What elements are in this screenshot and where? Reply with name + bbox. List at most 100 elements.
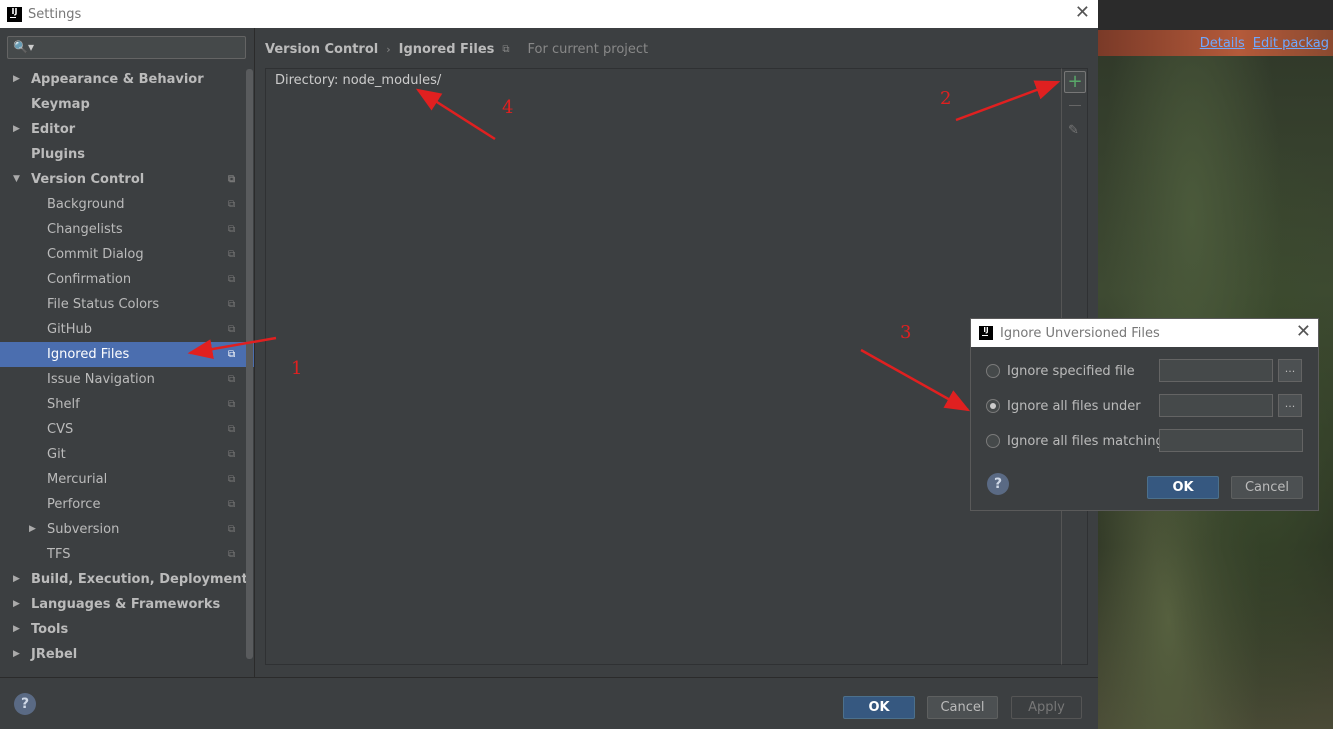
sidebar-scrollbar[interactable] (246, 69, 253, 659)
sidebar-item-label: Changelists (47, 222, 123, 237)
radio-button[interactable] (986, 434, 1000, 448)
sidebar-item-keymap[interactable]: Keymap (0, 92, 254, 117)
breadcrumb-separator: › (386, 42, 391, 56)
sidebar-item-label: Confirmation (47, 272, 132, 287)
project-scope-icon: ⧉ (502, 43, 510, 55)
chevron-right-icon[interactable]: ▶ (13, 117, 20, 142)
sidebar-item-issue-navigation[interactable]: Issue Navigation ⧉ (0, 367, 254, 392)
apply-button[interactable]: Apply (1011, 696, 1082, 719)
sidebar-item-changelists[interactable]: Changelists ⧉ (0, 217, 254, 242)
chevron-down-icon[interactable]: ▼ (13, 167, 20, 192)
help-button[interactable]: ? (14, 693, 36, 715)
sidebar-item-github[interactable]: GitHub ⧉ (0, 317, 254, 342)
sidebar-item-label: Version Control (31, 172, 145, 187)
sidebar-item-label: Appearance & Behavior (31, 72, 204, 87)
sidebar-item-tfs[interactable]: TFS ⧉ (0, 542, 254, 567)
project-scope-icon: ⧉ (228, 524, 236, 535)
sidebar-item-shelf[interactable]: Shelf ⧉ (0, 392, 254, 417)
chevron-right-icon[interactable]: ▶ (13, 567, 20, 592)
sidebar-item-version-control[interactable]: ▼ Version Control ⧉ (0, 167, 254, 192)
add-button[interactable]: + (1064, 71, 1086, 93)
edit-package-link[interactable]: Edit packag (1253, 36, 1329, 51)
project-scope-icon: ⧉ (228, 249, 236, 260)
sidebar-item-label: Perforce (47, 497, 101, 512)
chevron-right-icon[interactable]: ▶ (13, 617, 20, 642)
sidebar-item-subversion[interactable]: ▶ Subversion ⧉ (0, 517, 254, 542)
specified-file-field[interactable] (1159, 359, 1273, 382)
sidebar-item-label: Commit Dialog (47, 247, 144, 262)
sidebar-item-plugins[interactable]: Plugins (0, 142, 254, 167)
sidebar-item-editor[interactable]: ▶ Editor (0, 117, 254, 142)
sidebar-item-label: Background (47, 197, 125, 212)
sidebar-item-label: Subversion (47, 522, 120, 537)
sidebar-item-label: TFS (47, 547, 71, 562)
sidebar-item-background[interactable]: Background ⧉ (0, 192, 254, 217)
project-scope-icon: ⧉ (228, 274, 236, 285)
details-link[interactable]: Details (1200, 36, 1245, 51)
chevron-right-icon[interactable]: ▶ (13, 642, 20, 667)
list-item[interactable]: Directory: node_modules/ (275, 73, 441, 88)
close-icon[interactable]: ✕ (1296, 323, 1311, 341)
settings-window: IJ Settings ✕ 🔍▾ ▶ Appearance & Behavior K… (0, 0, 1098, 729)
chevron-right-icon[interactable]: ▶ (13, 592, 20, 617)
background-notification-bar: Details Edit packag (1098, 30, 1333, 56)
project-scope-icon: ⧉ (228, 549, 236, 560)
radio-button[interactable] (986, 364, 1000, 378)
annotation-label-2: 2 (940, 88, 952, 109)
radio-button[interactable] (986, 399, 1000, 413)
project-scope-icon: ⧉ (228, 299, 236, 310)
search-input[interactable]: 🔍▾ (7, 36, 246, 59)
close-icon[interactable]: ✕ (1075, 4, 1090, 22)
ignore-all-files-under-option[interactable]: Ignore all files under (986, 396, 1141, 416)
dialog-ok-button[interactable]: OK (1147, 476, 1219, 499)
directory-field[interactable] (1159, 394, 1273, 417)
project-scope-icon: ⧉ (228, 474, 236, 485)
sidebar-item-tools[interactable]: ▶ Tools (0, 617, 254, 642)
splitter[interactable] (254, 28, 255, 677)
sidebar-item-commit-dialog[interactable]: Commit Dialog ⧉ (0, 242, 254, 267)
project-scope-icon: ⧉ (228, 349, 236, 360)
project-scope-icon: ⧉ (228, 324, 236, 335)
project-scope-icon: ⧉ (228, 224, 236, 235)
sidebar-item-label: Mercurial (47, 472, 108, 487)
browse-button[interactable]: ... (1278, 359, 1302, 382)
intellij-logo-icon: IJ (7, 6, 22, 22)
pattern-field[interactable] (1159, 429, 1303, 452)
sidebar-item-label: Languages & Frameworks (31, 597, 221, 612)
sidebar-item-appearance-behavior[interactable]: ▶ Appearance & Behavior (0, 67, 254, 92)
sidebar-item-ignored-files[interactable]: Ignored Files ⧉ (0, 342, 254, 367)
sidebar-item-file-status-colors[interactable]: File Status Colors ⧉ (0, 292, 254, 317)
project-scope-icon: ⧉ (228, 174, 236, 185)
option-label: Ignore specified file (1007, 363, 1135, 379)
sidebar-item-jrebel[interactable]: ▶ JRebel (0, 642, 254, 667)
edit-icon[interactable]: ✎ (1068, 123, 1079, 138)
sidebar-item-label: GitHub (47, 322, 93, 337)
remove-button[interactable] (1069, 105, 1081, 106)
ignore-all-files-matching-option[interactable]: Ignore all files matching (986, 431, 1164, 451)
sidebar-item-confirmation[interactable]: Confirmation ⧉ (0, 267, 254, 292)
option-label: Ignore all files matching (1007, 433, 1164, 449)
sidebar-item-label: Issue Navigation (47, 372, 155, 387)
chevron-right-icon[interactable]: ▶ (29, 517, 36, 542)
sidebar-item-perforce[interactable]: Perforce ⧉ (0, 492, 254, 517)
sidebar-item-languages-frameworks[interactable]: ▶ Languages & Frameworks (0, 592, 254, 617)
sidebar-item-label: JRebel (31, 647, 78, 662)
browse-button[interactable]: ... (1278, 394, 1302, 417)
sidebar-item-label: Plugins (31, 147, 85, 162)
cancel-button[interactable]: Cancel (927, 696, 998, 719)
sidebar-item-git[interactable]: Git ⧉ (0, 442, 254, 467)
help-button[interactable]: ? (987, 473, 1009, 495)
sidebar-item-build-execution-deployment[interactable]: ▶ Build, Execution, Deployment (0, 567, 254, 592)
chevron-right-icon[interactable]: ▶ (13, 67, 20, 92)
dialog-cancel-button[interactable]: Cancel (1231, 476, 1303, 499)
dialog-title-bar: IJ Ignore Unversioned Files ✕ (971, 319, 1318, 347)
sidebar-item-cvs[interactable]: CVS ⧉ (0, 417, 254, 442)
project-scope-icon: ⧉ (228, 199, 236, 210)
breadcrumb: Version Control › Ignored Files ⧉ For cu… (265, 40, 648, 58)
sidebar-item-label: File Status Colors (47, 297, 160, 312)
ok-button[interactable]: OK (843, 696, 915, 719)
scope-label: For current project (527, 41, 649, 57)
ignore-specified-file-option[interactable]: Ignore specified file (986, 361, 1135, 381)
ignored-files-list[interactable]: Directory: node_modules/ (265, 68, 1062, 665)
sidebar-item-mercurial[interactable]: Mercurial ⧉ (0, 467, 254, 492)
